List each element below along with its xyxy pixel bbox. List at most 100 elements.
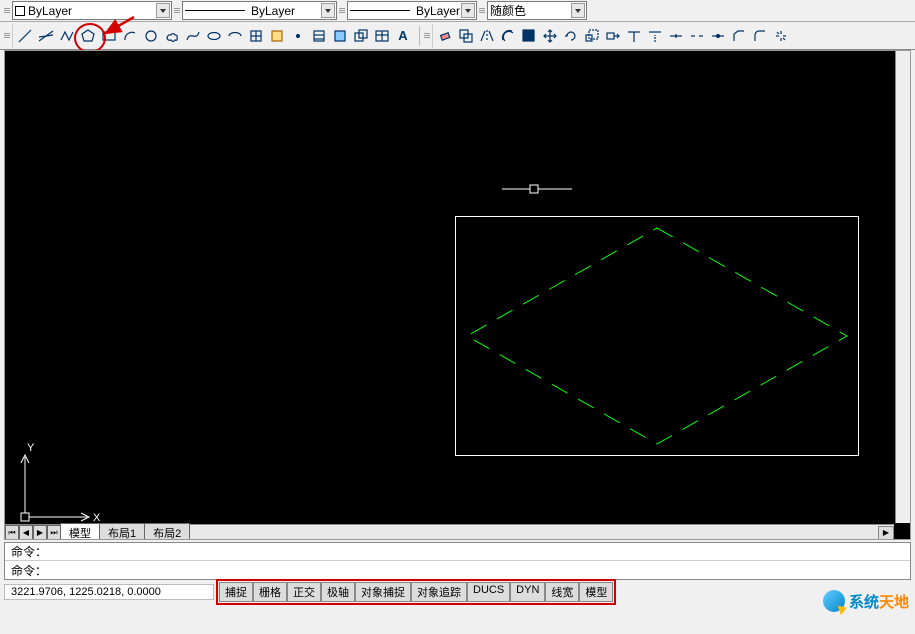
- offset-button[interactable]: [498, 26, 518, 46]
- tab-first-button[interactable]: ⏮: [5, 525, 19, 540]
- lineweight-sample-icon: [350, 10, 410, 11]
- status-toggle-线宽[interactable]: 线宽: [545, 582, 579, 602]
- layout-tab-0[interactable]: 模型: [60, 523, 100, 540]
- xline-button[interactable]: [36, 26, 56, 46]
- crosshair-cursor: [502, 183, 572, 198]
- erase-icon: [437, 28, 453, 44]
- point-icon: [290, 28, 306, 44]
- layer-combo[interactable]: ByLayer: [12, 1, 172, 20]
- circle-button[interactable]: [141, 26, 161, 46]
- table-icon: [374, 28, 390, 44]
- copy-icon: [458, 28, 474, 44]
- command-window[interactable]: 命令： 命令：: [4, 542, 911, 580]
- erase-button[interactable]: [435, 26, 455, 46]
- status-toggle-DUCS[interactable]: DUCS: [467, 582, 510, 602]
- ellipse-icon: [206, 28, 222, 44]
- status-toggle-极轴[interactable]: 极轴: [321, 582, 355, 602]
- toolbar-grip[interactable]: [479, 7, 485, 14]
- tab-last-button[interactable]: ⏭: [47, 525, 61, 540]
- status-toggle-DYN[interactable]: DYN: [510, 582, 545, 602]
- globe-icon: [823, 590, 845, 612]
- tab-prev-button[interactable]: ◀: [19, 525, 33, 540]
- status-toggle-模型[interactable]: 模型: [579, 582, 613, 602]
- array-button[interactable]: [519, 26, 539, 46]
- status-toggle-对象捕捉[interactable]: 对象捕捉: [355, 582, 411, 602]
- toolbar-grip[interactable]: [174, 7, 180, 14]
- dropdown-icon[interactable]: [156, 3, 170, 18]
- xline-icon: [38, 28, 54, 44]
- horizontal-scrollbar[interactable]: ⏮ ◀ ▶ ⏭ 模型布局1布局2 ▶: [5, 524, 894, 540]
- dropdown-icon[interactable]: [321, 3, 335, 18]
- trim-button[interactable]: [624, 26, 644, 46]
- toolbar-grip[interactable]: [4, 32, 10, 39]
- rotate-icon: [563, 28, 579, 44]
- explode-icon: [773, 28, 789, 44]
- line-button[interactable]: [15, 26, 35, 46]
- revcloud-button[interactable]: [162, 26, 182, 46]
- hatch-button[interactable]: [309, 26, 329, 46]
- rectangle-icon: [101, 28, 117, 44]
- rotate-button[interactable]: [561, 26, 581, 46]
- region-button[interactable]: [351, 26, 371, 46]
- color-combo[interactable]: 随颜色: [487, 1, 587, 20]
- toolbar-grip[interactable]: [4, 7, 10, 14]
- table-button[interactable]: [372, 26, 392, 46]
- scale-button[interactable]: [582, 26, 602, 46]
- point-button[interactable]: [288, 26, 308, 46]
- status-toggle-栅格[interactable]: 栅格: [253, 582, 287, 602]
- lineweight-combo-value: ByLayer: [416, 4, 460, 18]
- trim-icon: [626, 28, 642, 44]
- rectangle-button[interactable]: [99, 26, 119, 46]
- extend-button[interactable]: [645, 26, 665, 46]
- scroll-right-button[interactable]: ▶: [878, 526, 894, 540]
- svg-text:Y: Y: [27, 442, 35, 454]
- layout-tab-1[interactable]: 布局1: [99, 523, 145, 540]
- status-toggles-group: 捕捉栅格正交极轴对象捕捉对象追踪DUCSDYN线宽模型: [216, 579, 616, 605]
- revcloud-icon: [164, 28, 180, 44]
- layout-tab-2[interactable]: 布局2: [144, 523, 190, 540]
- linetype-sample-icon: [185, 10, 245, 11]
- status-toggle-对象追踪[interactable]: 对象追踪: [411, 582, 467, 602]
- vertical-scrollbar[interactable]: [895, 51, 911, 523]
- stretch-button[interactable]: [603, 26, 623, 46]
- break-button[interactable]: [687, 26, 707, 46]
- mirror-button[interactable]: [477, 26, 497, 46]
- stretch-icon: [605, 28, 621, 44]
- ellipsearc-button[interactable]: [225, 26, 245, 46]
- drawing-viewport[interactable]: Y X ⏮ ◀ ▶ ⏭ 模型布局1布局2 ▶: [4, 50, 911, 540]
- makeblock-button[interactable]: [267, 26, 287, 46]
- arc-button[interactable]: [120, 26, 140, 46]
- arc-icon: [122, 28, 138, 44]
- status-toggle-正交[interactable]: 正交: [287, 582, 321, 602]
- linetype-combo[interactable]: ByLayer: [182, 1, 337, 20]
- fillet-button[interactable]: [750, 26, 770, 46]
- move-button[interactable]: [540, 26, 560, 46]
- main-toolbars: A: [0, 22, 915, 50]
- watermark-logo: 系统天地: [823, 590, 909, 612]
- lineweight-combo[interactable]: ByLayer: [347, 1, 477, 20]
- join-button[interactable]: [708, 26, 728, 46]
- toolbar-grip[interactable]: [339, 7, 345, 14]
- spline-button[interactable]: [183, 26, 203, 46]
- insert-icon: [248, 28, 264, 44]
- polygon-button[interactable]: [78, 26, 98, 46]
- status-toggle-捕捉[interactable]: 捕捉: [219, 582, 253, 602]
- scale-icon: [584, 28, 600, 44]
- pline-icon: [59, 28, 75, 44]
- insert-button[interactable]: [246, 26, 266, 46]
- copy-button[interactable]: [456, 26, 476, 46]
- ellipse-button[interactable]: [204, 26, 224, 46]
- dropdown-icon[interactable]: [461, 3, 475, 18]
- command-input-line[interactable]: 命令：: [5, 561, 910, 579]
- dropdown-icon[interactable]: [571, 3, 585, 18]
- pline-button[interactable]: [57, 26, 77, 46]
- breakpoint-button[interactable]: [666, 26, 686, 46]
- explode-button[interactable]: [771, 26, 791, 46]
- chamfer-icon: [731, 28, 747, 44]
- gradient-button[interactable]: [330, 26, 350, 46]
- fillet-icon: [752, 28, 768, 44]
- mtext-button[interactable]: A: [393, 26, 413, 46]
- toolbar-grip[interactable]: [424, 32, 430, 39]
- chamfer-button[interactable]: [729, 26, 749, 46]
- tab-next-button[interactable]: ▶: [33, 525, 47, 540]
